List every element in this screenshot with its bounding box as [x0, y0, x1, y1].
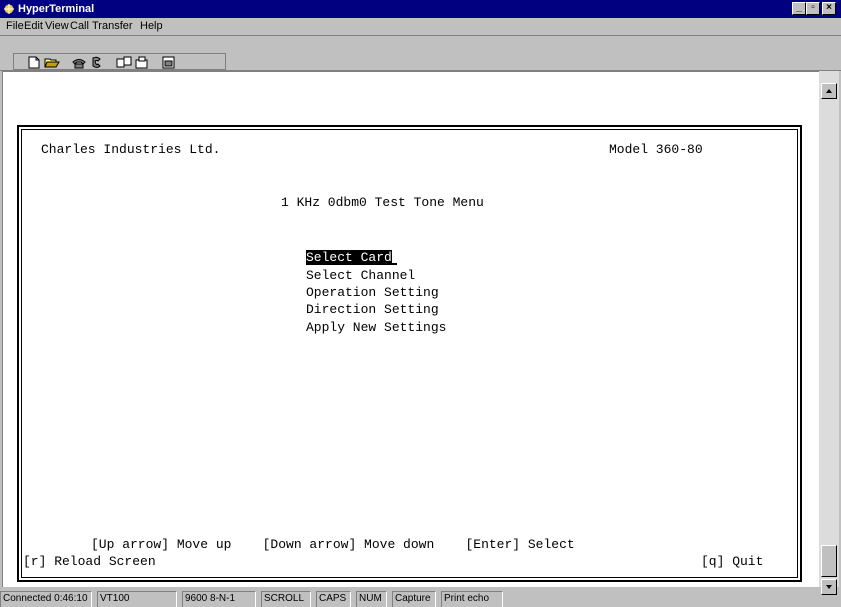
toolbar [0, 35, 841, 71]
company-name: Charles Industries Ltd. [41, 142, 221, 157]
send-icon[interactable] [116, 56, 132, 69]
menu-file[interactable]: File [6, 20, 24, 33]
status-connected: Connected 0:46:10 [0, 591, 92, 607]
quit-hint: [q] Quit [701, 554, 764, 569]
status-capture: Capture [392, 591, 436, 607]
option-apply-new-settings[interactable]: Apply New Settings [306, 320, 446, 335]
minimize-button[interactable]: _ [792, 2, 806, 15]
title-bar: HyperTerminal _ ▫ × [0, 0, 841, 18]
menu-bar: File Edit View Call Transfer Help [0, 18, 841, 35]
reload-hint: [r] Reload Screen [23, 554, 156, 569]
menu-transfer[interactable]: Transfer [92, 20, 133, 33]
maximize-button[interactable]: ▫ [806, 2, 820, 15]
model-number: Model 360-80 [609, 142, 703, 157]
status-scroll: SCROLL [261, 591, 311, 607]
text-cursor [389, 263, 397, 265]
menu-title: 1 KHz 0dbm0 Test Tone Menu [281, 195, 484, 210]
status-port-settings: 9600 8-N-1 [182, 591, 256, 607]
toolbar-strip [13, 53, 226, 70]
scroll-thumb[interactable] [821, 545, 837, 577]
option-select-channel[interactable]: Select Channel [306, 268, 415, 283]
open-icon[interactable] [44, 56, 60, 69]
menu-edit[interactable]: Edit [24, 20, 43, 33]
help-line: [Up arrow] Move up [Down arrow] Move dow… [91, 537, 575, 552]
scroll-up-button[interactable] [821, 83, 837, 99]
status-bar: Connected 0:46:10 VT100 9600 8-N-1 SCROL… [0, 589, 841, 607]
terminal-screen[interactable]: Charles Industries Ltd. Model 360-80 1 K… [17, 125, 802, 582]
status-emulation: VT100 [97, 591, 177, 607]
properties-icon[interactable] [161, 56, 177, 69]
option-operation-setting[interactable]: Operation Setting [306, 285, 439, 300]
vertical-scrollbar[interactable] [819, 71, 839, 595]
new-icon[interactable] [26, 56, 42, 69]
receive-icon[interactable] [134, 56, 150, 69]
status-caps: CAPS [316, 591, 351, 607]
menu-view[interactable]: View [45, 20, 69, 33]
status-print-echo: Print echo [441, 591, 503, 607]
menu-call[interactable]: Call [70, 20, 89, 33]
selected-option: Select Card [306, 250, 392, 265]
connect-icon[interactable] [71, 56, 87, 69]
option-direction-setting[interactable]: Direction Setting [306, 302, 439, 317]
option-select-card[interactable]: Select Card [306, 250, 397, 265]
hyperterminal-icon [4, 4, 14, 14]
arrow-up-icon [826, 89, 832, 93]
close-button[interactable]: × [822, 2, 836, 15]
menu-help[interactable]: Help [140, 20, 163, 33]
window-title: HyperTerminal [18, 3, 95, 15]
disconnect-icon[interactable] [89, 56, 105, 69]
status-num: NUM [356, 591, 387, 607]
